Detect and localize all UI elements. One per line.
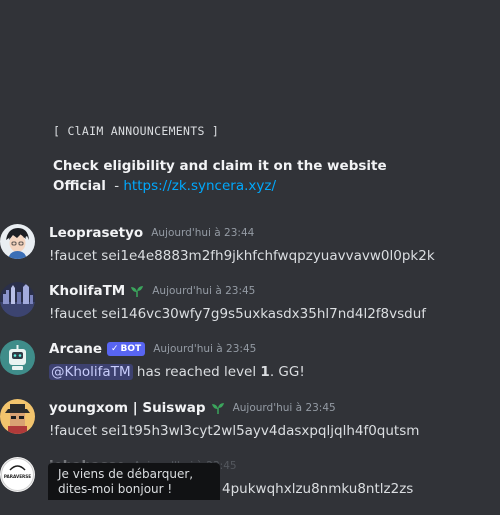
message-content: 4pukwqhxlzu8nmku8ntlz2zs	[222, 481, 414, 497]
username[interactable]: youngxom | Suiswap	[49, 400, 206, 416]
timestamp: Aujourd'hui à 23:44	[151, 227, 255, 239]
announcement-block: [ ClAIM ANNOUNCEMENTS ] Check eligibilit…	[53, 124, 493, 194]
timestamp: Aujourd'hui à 23:45	[152, 285, 256, 297]
message-item: Leoprasetyo Aujourd'hui à 23:44 !faucet …	[0, 224, 500, 282]
sprout-icon	[131, 286, 144, 297]
bot-badge-label: BOT	[120, 344, 142, 354]
level-text: has reached level	[132, 364, 261, 380]
user-mention[interactable]: @KholifaTM	[49, 364, 133, 380]
avatar[interactable]	[0, 399, 35, 434]
level-value: 1	[260, 364, 270, 380]
avatar[interactable]	[0, 224, 35, 259]
username[interactable]: KholifaTM	[49, 283, 125, 299]
avatar-logo-text: PARAVERSE	[4, 474, 31, 479]
official-label: Official	[53, 178, 106, 194]
message-content: !faucet sei146vc30wfy7g9s5uxkasdx35hl7nd…	[49, 306, 427, 322]
timestamp: Aujourd'hui à 23:45	[232, 402, 336, 414]
username[interactable]: Arcane	[49, 341, 102, 357]
message-content: !faucet sei1t95h3wl3cyt2wl5ayv4dasxpqljq…	[49, 423, 420, 439]
verified-check-icon: ✓	[111, 344, 119, 354]
message-content: @KholifaTM has reached level 1. GG!	[49, 364, 305, 380]
announcement-tag: [ ClAIM ANNOUNCEMENTS ]	[53, 124, 220, 138]
message-item: KholifaTM Aujourd'hui à 23:45 !faucet se…	[0, 282, 500, 340]
message-item: youngxom | Suiswap Aujourd'hui à 23:45 !…	[0, 399, 500, 457]
welcome-tooltip: Je viens de débarquer, dites-moi bonjour…	[48, 463, 220, 500]
tooltip-line-1: Je viens de débarquer,	[58, 467, 194, 481]
bot-badge: ✓ BOT	[107, 342, 146, 356]
claim-link[interactable]: https://zk.syncera.xyz/	[123, 178, 276, 194]
timestamp: Aujourd'hui à 23:45	[153, 343, 257, 355]
avatar[interactable]	[0, 340, 35, 375]
avatar[interactable]	[0, 282, 35, 317]
tooltip-line-2: dites-moi bonjour !	[58, 482, 173, 496]
username[interactable]: Leoprasetyo	[49, 225, 143, 241]
level-text-end: . GG!	[269, 364, 305, 380]
avatar[interactable]: PARAVERSE	[0, 457, 35, 492]
sprout-icon	[211, 403, 224, 414]
announcement-headline: Check eligibility and claim it on the we…	[53, 158, 387, 174]
message-item: Arcane ✓ BOT Aujourd'hui à 23:45 @Kholif…	[0, 340, 500, 398]
separator: -	[114, 178, 120, 194]
message-content: !faucet sei1e4e8883m2fh9jkhfchfwqpzyuavv…	[49, 248, 435, 264]
